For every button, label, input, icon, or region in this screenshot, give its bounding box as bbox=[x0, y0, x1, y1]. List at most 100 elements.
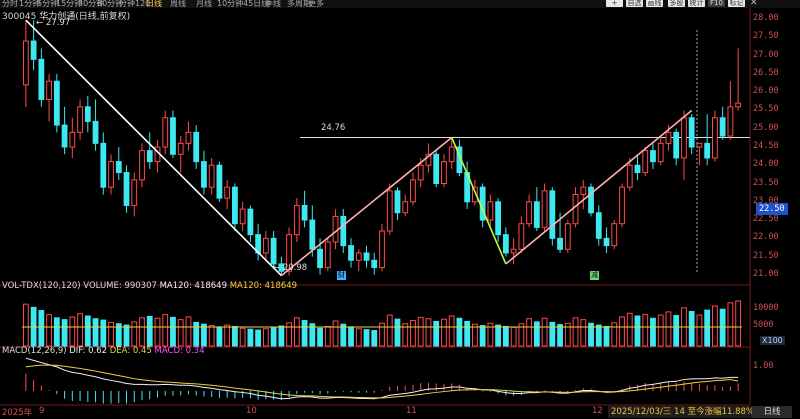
vol-ma1: MA120: 418649 bbox=[159, 281, 227, 291]
volume-bar bbox=[69, 316, 76, 347]
volume-bar bbox=[657, 314, 664, 347]
event-marker-finance[interactable]: 财 bbox=[337, 271, 346, 280]
volume-bar bbox=[727, 302, 734, 347]
volume-bar bbox=[77, 313, 83, 347]
volume-bar bbox=[53, 317, 60, 347]
candle-body bbox=[340, 215, 347, 247]
volume-bar bbox=[572, 317, 579, 347]
candle-body bbox=[681, 117, 687, 159]
candle-body bbox=[61, 124, 68, 148]
vol-ma2: MA120: 418649 bbox=[229, 281, 298, 291]
candle-body bbox=[77, 106, 83, 133]
price-tick-9: 23.50 bbox=[753, 177, 779, 188]
volume-bar bbox=[46, 314, 52, 347]
candle-body bbox=[688, 117, 695, 148]
candle-body bbox=[216, 164, 223, 199]
candle-body bbox=[696, 142, 703, 148]
volume-bar bbox=[332, 320, 339, 347]
candle-body bbox=[619, 186, 625, 225]
price-tick-14: 21.00 bbox=[753, 268, 779, 279]
event-marker-reduce[interactable]: 减 bbox=[590, 271, 599, 280]
price-tick-3: 26.50 bbox=[753, 67, 779, 78]
volume-bar bbox=[232, 325, 238, 347]
candle-body bbox=[208, 164, 215, 188]
volume-bar bbox=[208, 325, 215, 347]
candle-body bbox=[348, 245, 354, 261]
candle-body bbox=[84, 106, 91, 122]
volume-bar bbox=[688, 310, 695, 347]
candle-body bbox=[665, 131, 672, 144]
volume-bar bbox=[224, 324, 231, 347]
candle-body bbox=[533, 201, 540, 228]
volume-bar bbox=[580, 319, 587, 347]
volume-bar bbox=[100, 319, 107, 347]
candle-body bbox=[92, 120, 99, 144]
candle-body bbox=[239, 208, 246, 225]
candle-body bbox=[410, 179, 416, 203]
volume-bar bbox=[216, 326, 223, 347]
candle-body bbox=[642, 150, 649, 174]
period-button[interactable]: 日线 bbox=[752, 406, 792, 418]
candle-body bbox=[53, 80, 60, 126]
candle-body bbox=[379, 230, 385, 269]
x-date-12: 12 bbox=[592, 406, 603, 416]
candle-body bbox=[247, 208, 254, 236]
vol-axis-5000: 5000 bbox=[753, 320, 774, 330]
price-tick-2: 27.00 bbox=[753, 49, 779, 60]
volume-bar bbox=[324, 325, 331, 347]
volume-bar bbox=[386, 314, 393, 347]
candle-body bbox=[487, 201, 494, 221]
kline-chart[interactable] bbox=[0, 0, 800, 419]
volume-bar bbox=[278, 325, 285, 347]
candle-body bbox=[626, 164, 633, 188]
candle-body bbox=[108, 161, 114, 188]
candle-body bbox=[441, 161, 447, 185]
volume-bar bbox=[108, 321, 114, 347]
volume-bar bbox=[154, 317, 161, 347]
candle-body bbox=[22, 40, 29, 86]
volume-bar bbox=[38, 310, 45, 347]
candle-body bbox=[712, 117, 718, 159]
candle-body bbox=[146, 150, 153, 163]
macd-dea-line bbox=[25, 364, 739, 399]
volume-bar bbox=[61, 319, 68, 347]
price-tick-13: 21.50 bbox=[753, 250, 779, 261]
macd-macd: MACD: 0.34 bbox=[154, 346, 205, 356]
candle-body bbox=[232, 186, 238, 225]
vol-value: VOLUME: 990307 bbox=[83, 281, 157, 291]
volume-bar bbox=[456, 317, 463, 347]
volume-bar bbox=[611, 322, 618, 347]
volume-panel-title: VOL-TDX(120,120) VOLUME: 990307 MA120: 4… bbox=[2, 281, 297, 291]
candle-body bbox=[270, 237, 277, 265]
vol-indicator: VOL-TDX(120,120) bbox=[2, 281, 81, 291]
volume-bar bbox=[123, 324, 130, 347]
volume-bar bbox=[549, 321, 556, 347]
candle-body bbox=[557, 237, 563, 250]
volume-bar bbox=[441, 318, 447, 347]
candle-body bbox=[572, 193, 579, 225]
candle-body bbox=[177, 142, 184, 155]
x-date-11: 11 bbox=[406, 406, 417, 416]
candle-body bbox=[541, 190, 548, 228]
candle-body bbox=[309, 219, 316, 250]
candle-body bbox=[30, 40, 37, 60]
volume-bar bbox=[270, 326, 277, 347]
volume-bar bbox=[510, 326, 517, 347]
candle-body bbox=[324, 241, 331, 269]
price-tick-12: 22.00 bbox=[753, 232, 779, 243]
current-price-tag: 22.50 bbox=[756, 203, 788, 215]
candle-body bbox=[193, 131, 200, 163]
volume-bar bbox=[371, 330, 378, 347]
candle-body bbox=[139, 150, 145, 181]
macd-dea: DEA: 0.45 bbox=[109, 346, 152, 356]
high-value: 27.97 bbox=[45, 18, 71, 28]
volume-bar bbox=[317, 327, 323, 347]
volume-bar bbox=[255, 329, 262, 347]
candle-body bbox=[115, 161, 122, 174]
volume-bar bbox=[650, 317, 656, 347]
volume-bar bbox=[355, 328, 362, 347]
macd-indicator: MACD(12,26,9) bbox=[2, 346, 67, 356]
candle-body bbox=[46, 80, 52, 101]
candle-body bbox=[201, 161, 207, 188]
vol-axis-10000: 10000 bbox=[753, 303, 779, 313]
